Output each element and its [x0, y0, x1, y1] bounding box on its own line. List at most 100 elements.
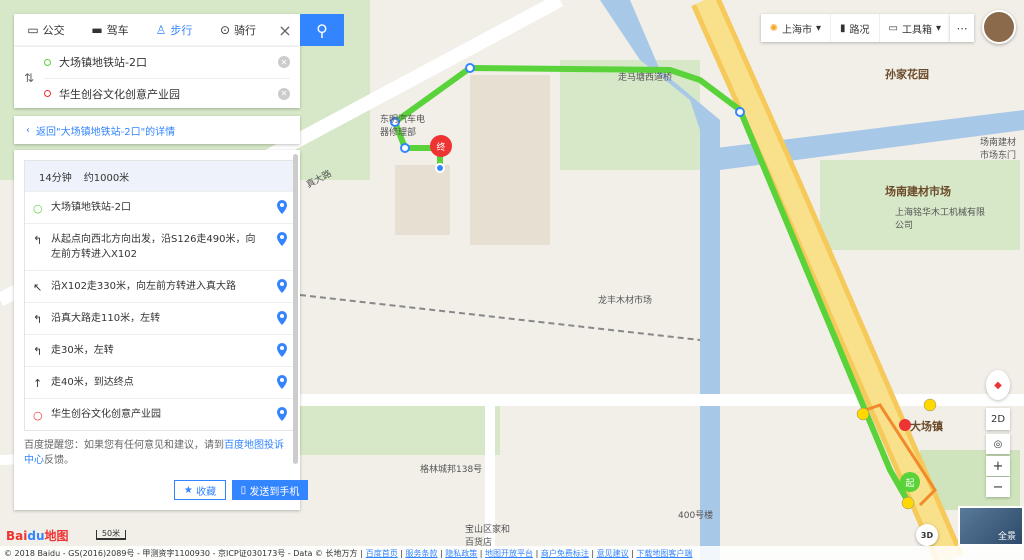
- feedback-text: 百度提醒您：如果您有任何意见和建议，请到百度地图投诉中心反馈。: [24, 440, 284, 466]
- car-icon: ▬: [91, 23, 103, 37]
- route-step[interactable]: ○ 大场镇地铁站-2口: [25, 191, 293, 223]
- chevron-down-icon: ▾: [935, 22, 941, 34]
- location-pin-icon[interactable]: [277, 232, 287, 246]
- steps-list: 14分钟 约1000米 ○ 大场镇地铁站-2口 ↰ 从起点向西北方向出发，沿S126走…: [24, 160, 294, 431]
- map-label: 大场镇: [910, 420, 943, 433]
- step-direction-icon: ↑: [33, 377, 43, 390]
- mode-tab[interactable]: ♙ 步行: [142, 14, 206, 46]
- map-label: 龙丰木材市场: [598, 296, 653, 306]
- mode-tab[interactable]: ▭ 公交: [14, 14, 78, 46]
- summary-time: 14分钟: [39, 172, 72, 184]
- footer-link[interactable]: 商户免费标注: [541, 549, 589, 558]
- traffic-button[interactable]: ▮ 路况: [831, 14, 880, 42]
- search-icon: ⚲: [316, 20, 328, 40]
- message-button[interactable]: ⋯: [950, 14, 974, 42]
- location-pin-icon[interactable]: [277, 279, 287, 293]
- end-marker[interactable]: 终: [430, 135, 452, 157]
- toolbox-button[interactable]: ▭ 工具箱 ▾: [880, 14, 950, 42]
- start-field[interactable]: 大场镇地铁站-2口 ✕: [44, 47, 290, 77]
- bike-icon: ⊙: [219, 23, 231, 37]
- step-direction-icon: ↰: [33, 313, 43, 326]
- route-input-box: ⇅ 大场镇地铁站-2口 ✕ 华生创谷文化创意产业园 ✕: [14, 46, 300, 108]
- footer-link[interactable]: 下载地图客户端: [636, 549, 692, 558]
- chevron-down-icon: ▾: [815, 22, 821, 34]
- close-icon[interactable]: ×: [270, 21, 300, 40]
- compass-button[interactable]: ◆: [986, 370, 1010, 400]
- chevron-left-icon: ‹: [26, 124, 30, 136]
- location-pin-icon[interactable]: [277, 343, 287, 357]
- step-direction-icon: ○: [33, 409, 43, 422]
- route-step[interactable]: ↑ 走40米，到达终点: [25, 366, 293, 398]
- chat-icon: ⋯: [956, 21, 968, 35]
- panorama-label: 全景: [997, 532, 1016, 542]
- footer-link[interactable]: 意见建议: [597, 549, 629, 558]
- route-step[interactable]: ↖ 沿X102走330米，向左前方转进入真大路: [25, 270, 293, 302]
- start-dot-icon: [44, 58, 51, 66]
- map-label: 场南建材市场东门: [980, 138, 1017, 161]
- location-pin-icon[interactable]: [277, 200, 287, 214]
- step-direction-icon: ↰: [33, 234, 43, 247]
- 3d-button[interactable]: 3D: [916, 524, 938, 546]
- locate-button[interactable]: ◎: [986, 434, 1010, 454]
- swap-icon[interactable]: ⇅: [24, 71, 34, 85]
- end-text: 华生创谷文化创意产业园: [59, 87, 180, 101]
- map-label: 走马塘西道桥: [618, 73, 673, 83]
- route-step[interactable]: ○ 华生创谷文化创意产业园: [25, 398, 293, 430]
- star-icon: ★: [183, 484, 197, 496]
- avatar[interactable]: [982, 10, 1016, 44]
- summary-distance: 约1000米: [83, 172, 130, 184]
- traffic-light-icon: ▮: [840, 22, 846, 34]
- phone-icon: ▯: [240, 484, 250, 496]
- step-direction-icon: ↰: [33, 345, 43, 358]
- 2d-toggle[interactable]: 2D: [986, 408, 1010, 430]
- route-step[interactable]: ↰ 从起点向西北方向出发，沿S126走490米，向左前方转进入X102: [25, 223, 293, 270]
- mode-tab[interactable]: ⊙ 骑行: [206, 14, 270, 46]
- scale-bar: 50米: [96, 530, 126, 540]
- footer-link[interactable]: 服务条款: [405, 549, 437, 558]
- back-link[interactable]: ‹ 返回"大场镇地铁站-2口"的详情: [14, 116, 300, 144]
- footer-link[interactable]: 百度首页: [366, 549, 398, 558]
- location-pin-icon[interactable]: [277, 375, 287, 389]
- mode-tab[interactable]: ▬ 驾车: [78, 14, 142, 46]
- step-direction-icon: ○: [33, 202, 43, 215]
- footer-link[interactable]: 隐私政策: [445, 549, 477, 558]
- transport-mode-bar: ▭ 公交 ▬ 驾车 ♙ 步行 ⊙ 骑行 ×: [14, 14, 300, 46]
- locate-icon: ◎: [993, 438, 1003, 450]
- clear-start-icon[interactable]: ✕: [278, 56, 290, 68]
- map-label: 东明汽车电器修理部: [380, 115, 426, 138]
- map-label: 孙家花园: [885, 68, 929, 81]
- panorama-button[interactable]: 全景: [958, 506, 1024, 546]
- route-steps-panel: 14分钟 约1000米 ○ 大场镇地铁站-2口 ↰ 从起点向西北方向出发，沿S126走…: [14, 150, 308, 510]
- favorite-button[interactable]: ★ 收藏: [174, 480, 226, 500]
- sun-icon: ✺: [769, 22, 778, 34]
- route-step[interactable]: ↰ 沿真大路走110米，左转: [25, 302, 293, 334]
- start-text: 大场镇地铁站-2口: [59, 56, 147, 69]
- location-pin-icon[interactable]: [277, 407, 287, 421]
- map-label: 宝山区家和百货店: [465, 525, 511, 548]
- route-step[interactable]: ↰ 走30米，左转: [25, 334, 293, 366]
- end-dot-icon: [44, 90, 51, 97]
- step-direction-icon: ↖: [33, 281, 43, 294]
- footer: © 2018 Baidu - GS(2016)2089号 - 甲测资字11009…: [0, 546, 1024, 560]
- scrollbar[interactable]: [293, 154, 298, 464]
- clear-end-icon[interactable]: ✕: [278, 87, 290, 100]
- map-label: 格林城邦138号: [420, 465, 483, 475]
- start-marker[interactable]: 起: [900, 472, 920, 492]
- end-field[interactable]: 华生创谷文化创意产业园 ✕: [44, 78, 290, 108]
- briefcase-icon: ▭: [888, 22, 898, 34]
- baidu-logo[interactable]: Baidu地图: [6, 527, 69, 544]
- compass-icon: ◆: [994, 379, 1002, 391]
- map-label: 400号楼: [678, 511, 714, 521]
- send-to-phone-button[interactable]: ▯ 发送到手机: [232, 480, 308, 500]
- bus-icon: ▭: [27, 23, 39, 37]
- route-summary[interactable]: 14分钟 约1000米: [25, 161, 293, 191]
- search-button[interactable]: ⚲: [300, 14, 344, 46]
- zoom-out-button[interactable]: −: [986, 477, 1010, 497]
- zoom-in-button[interactable]: +: [986, 456, 1010, 476]
- map-toolbar: ✺ 上海市 ▾ ▮ 路况 ▭ 工具箱 ▾: [760, 14, 950, 42]
- location-pin-icon[interactable]: [277, 311, 287, 325]
- walk-icon: ♙: [155, 23, 167, 37]
- city-selector[interactable]: ✺ 上海市 ▾: [761, 14, 831, 42]
- footer-link[interactable]: 地图开放平台: [485, 549, 533, 558]
- copyright-text: © 2018 Baidu - GS(2016)2089号 - 甲测资字11009…: [4, 548, 363, 558]
